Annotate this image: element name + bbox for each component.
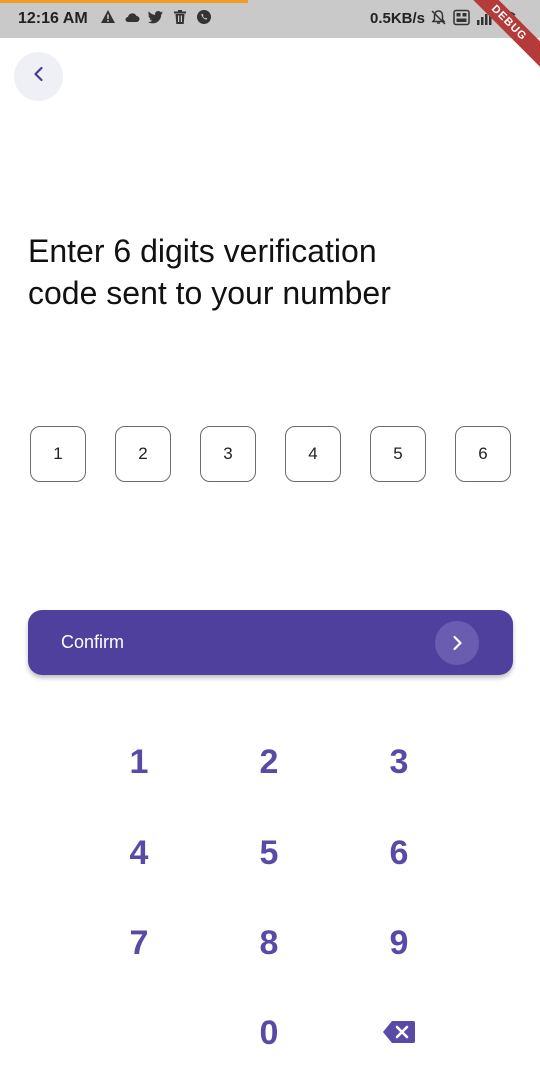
keypad-key-2[interactable]: 2 <box>224 727 314 797</box>
trash-icon <box>172 9 188 25</box>
otp-digit-box-1[interactable]: 1 <box>30 426 86 482</box>
page-title-line-1: Enter 6 digits verification <box>28 233 377 269</box>
cloud-icon <box>124 9 140 25</box>
keypad-key-5[interactable]: 5 <box>224 818 314 888</box>
backspace-icon <box>382 1014 416 1053</box>
otp-digit-box-4[interactable]: 4 <box>285 426 341 482</box>
keypad-key-7[interactable]: 7 <box>94 908 184 978</box>
warning-icon <box>100 9 116 25</box>
back-button[interactable] <box>14 52 63 101</box>
confirm-button-label: Confirm <box>61 632 125 652</box>
bell-off-icon <box>430 9 447 26</box>
keypad-key-4[interactable]: 4 <box>94 818 184 888</box>
chevron-left-icon <box>30 65 48 88</box>
otp-digit-box-2[interactable]: 2 <box>115 426 171 482</box>
whatsapp-icon <box>196 9 212 25</box>
otp-digit-box-3[interactable]: 3 <box>200 426 256 482</box>
keypad-key-0[interactable]: 0 <box>224 998 314 1068</box>
notification-icons <box>100 9 212 25</box>
volte-icon <box>453 9 470 26</box>
page-title: Enter 6 digits verification code sent to… <box>28 230 508 314</box>
keypad-key-3[interactable]: 3 <box>354 727 444 797</box>
keypad-key-6[interactable]: 6 <box>354 818 444 888</box>
page-title-line-2: code sent to your number <box>28 275 391 311</box>
chevron-right-icon <box>435 621 479 665</box>
status-time: 12:16 AM <box>18 10 88 27</box>
backspace-key[interactable] <box>354 998 444 1068</box>
status-bar: 12:16 AM 0.5KB/s DEBUG <box>0 0 540 76</box>
confirm-button[interactable]: Confirm <box>28 610 513 675</box>
twitter-icon <box>148 9 164 25</box>
otp-digit-box-5[interactable]: 5 <box>370 426 426 482</box>
otp-input-row: 1 2 3 4 5 6 <box>30 426 511 482</box>
loading-progress-line <box>0 0 248 3</box>
keypad-key-9[interactable]: 9 <box>354 908 444 978</box>
keypad-key-1[interactable]: 1 <box>94 727 184 797</box>
keypad-key-8[interactable]: 8 <box>224 908 314 978</box>
otp-digit-box-6[interactable]: 6 <box>455 426 511 482</box>
network-speed: 0.5KB/s <box>370 10 426 27</box>
numeric-keypad: 1 2 3 4 5 6 7 8 9 0 <box>0 720 540 1080</box>
